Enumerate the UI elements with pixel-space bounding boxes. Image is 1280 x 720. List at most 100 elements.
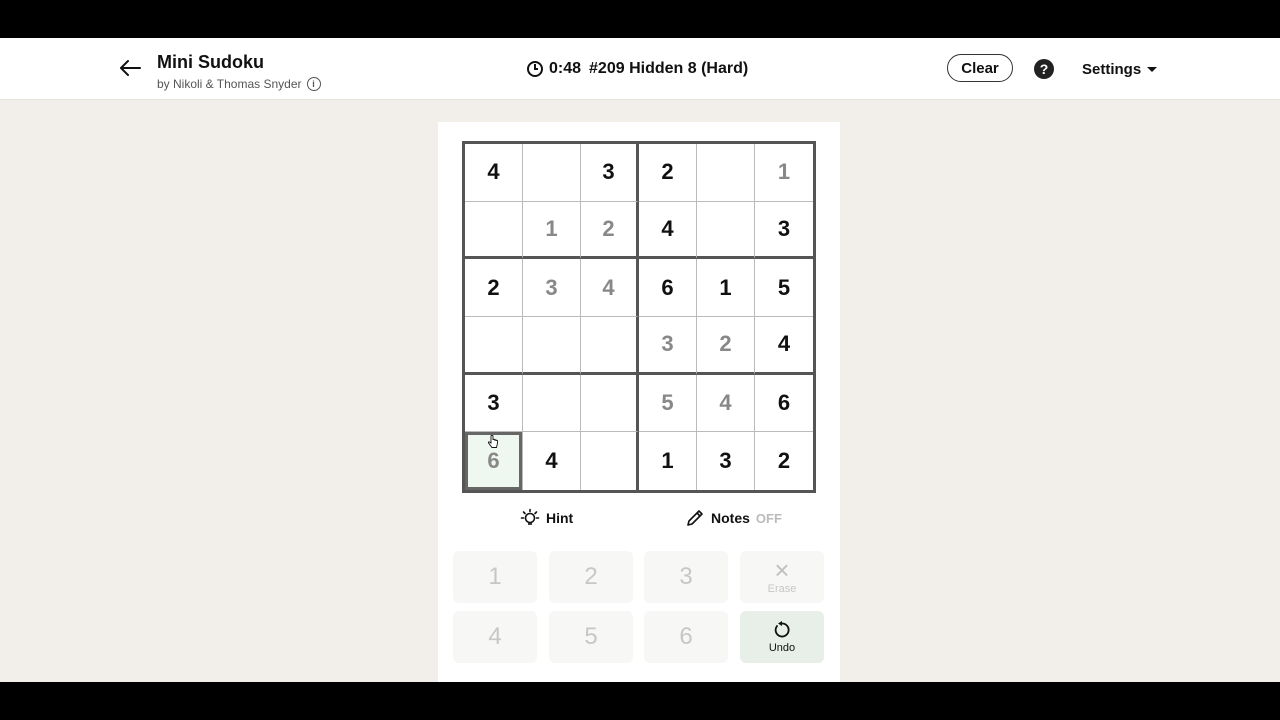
info-icon[interactable]: i — [306, 77, 321, 91]
key-3[interactable]: 3 — [644, 551, 728, 603]
cell-value: 4 — [719, 389, 732, 415]
grid-cell[interactable]: 4 — [465, 144, 523, 202]
grid-cell[interactable]: 2 — [755, 432, 813, 490]
erase-label: Erase — [767, 583, 797, 595]
cell-value: 4 — [487, 159, 500, 185]
app-window: Mini Sudoku by Nikoli & Thomas Snyder i … — [0, 38, 1280, 682]
key-1[interactable]: 1 — [453, 551, 537, 603]
grid-cell[interactable]: 1 — [523, 201, 581, 260]
grid-cell[interactable] — [697, 144, 755, 202]
cell-value: 1 — [719, 274, 732, 300]
cell-value: 6 — [777, 389, 791, 415]
cell-value: 2 — [602, 215, 615, 241]
grid-cell[interactable]: 6 — [465, 432, 523, 490]
arrow-left-icon — [120, 60, 141, 76]
cell-value: 4 — [661, 215, 674, 241]
notes-toggle[interactable]: Notes OFF — [685, 508, 782, 528]
cell-value: 3 — [661, 331, 674, 357]
back-button[interactable] — [116, 54, 144, 82]
hint-label: Hint — [546, 510, 574, 526]
cell-value: 5 — [777, 274, 791, 300]
grid-cell[interactable]: 2 — [465, 259, 523, 317]
grid-cell[interactable]: 3 — [697, 432, 755, 490]
grid-cell[interactable] — [581, 374, 639, 433]
grid-cell[interactable]: 4 — [523, 432, 581, 490]
grid-cell[interactable]: 5 — [639, 374, 697, 433]
grid-cell[interactable] — [465, 201, 523, 260]
undo-button[interactable]: Undo — [740, 611, 824, 663]
help-icon[interactable]: ? — [1034, 59, 1054, 79]
cell-value: 2 — [661, 159, 674, 185]
grid-cell[interactable]: 4 — [697, 374, 755, 433]
grid-cell[interactable] — [581, 432, 639, 490]
cell-value: 1 — [777, 159, 791, 185]
close-icon: × — [774, 555, 790, 585]
erase-button[interactable]: × Erase — [740, 551, 824, 603]
page-title: Mini Sudoku — [157, 52, 264, 72]
cell-value: 3 — [545, 274, 558, 300]
sudoku-grid: 4 3 2 1 1 2 4 3 2 3 4 6 1 5 3 2 4 3 5 4 6 6 4 1 3 2 — [462, 141, 816, 493]
tool-row: Hint Notes OFF — [462, 508, 816, 532]
grid-cell[interactable] — [697, 201, 755, 260]
settings-dropdown[interactable]: Settings — [1082, 61, 1158, 78]
grid-cell[interactable]: 1 — [639, 432, 697, 490]
cell-value: 5 — [661, 389, 674, 415]
chevron-down-icon — [1147, 67, 1158, 72]
cell-value: 2 — [719, 331, 732, 357]
hand-cursor-icon — [488, 435, 498, 449]
grid-cell[interactable]: 1 — [755, 144, 813, 202]
timer: 0:48 — [549, 60, 582, 77]
grid-cell[interactable]: 3 — [755, 202, 813, 260]
key-5[interactable]: 5 — [549, 611, 633, 663]
notes-label: Notes — [711, 510, 750, 526]
byline: by Nikoli & Thomas Snyder i — [157, 77, 321, 91]
key-4[interactable]: 4 — [453, 611, 537, 663]
grid-cell[interactable]: 6 — [755, 375, 813, 433]
grid-cell[interactable]: 4 — [755, 317, 813, 375]
clock-icon — [527, 61, 543, 77]
cell-value: 2 — [487, 274, 500, 300]
grid-cell[interactable] — [465, 317, 523, 375]
hint-button[interactable]: Hint — [520, 508, 573, 528]
cell-value: 1 — [545, 215, 558, 241]
cell-value: 4 — [602, 274, 615, 300]
grid-cell[interactable]: 2 — [581, 201, 639, 260]
grid-cell[interactable]: 1 — [697, 259, 755, 317]
grid-cell[interactable] — [523, 374, 581, 433]
cell-value: 6 — [661, 274, 674, 300]
grid-cell[interactable]: 3 — [465, 374, 523, 433]
pencil-icon — [687, 510, 703, 526]
grid-cell[interactable] — [581, 317, 639, 375]
byline-text: by Nikoli & Thomas Snyder — [157, 77, 302, 91]
header: Mini Sudoku by Nikoli & Thomas Snyder i … — [0, 38, 1280, 100]
grid-cell[interactable]: 2 — [697, 317, 755, 375]
cell-value: 1 — [661, 448, 674, 474]
puzzle-info: 0:48 #209 Hidden 8 (Hard) — [527, 60, 748, 78]
key-6[interactable]: 6 — [644, 611, 728, 663]
grid-cell[interactable]: 3 — [523, 259, 581, 317]
top-black-bar — [0, 0, 1280, 38]
cell-value: 3 — [777, 215, 791, 241]
grid-cell[interactable]: 6 — [639, 259, 697, 317]
grid-cell[interactable]: 2 — [639, 144, 697, 202]
grid-cell[interactable]: 4 — [581, 259, 639, 317]
cell-value: 4 — [777, 331, 791, 357]
cell-value: 4 — [545, 448, 558, 474]
grid-cell[interactable]: 5 — [755, 259, 813, 317]
key-2[interactable]: 2 — [549, 551, 633, 603]
grid-cell[interactable]: 3 — [639, 317, 697, 375]
grid-cell[interactable] — [523, 144, 581, 202]
cell-value: 2 — [777, 448, 791, 474]
cell-value: 6 — [487, 448, 500, 474]
grid-cell[interactable]: 4 — [639, 201, 697, 260]
lightbulb-icon — [520, 508, 540, 525]
grid-cell[interactable] — [523, 317, 581, 375]
clear-button[interactable]: Clear — [947, 54, 1013, 82]
bottom-black-bar — [0, 682, 1280, 720]
undo-icon — [774, 621, 790, 638]
notes-state: OFF — [755, 510, 782, 526]
grid-cell[interactable]: 3 — [581, 144, 639, 202]
puzzle-label: #209 Hidden 8 (Hard) — [589, 60, 749, 77]
settings-label: Settings — [1082, 61, 1142, 78]
cell-value: 3 — [487, 389, 500, 415]
